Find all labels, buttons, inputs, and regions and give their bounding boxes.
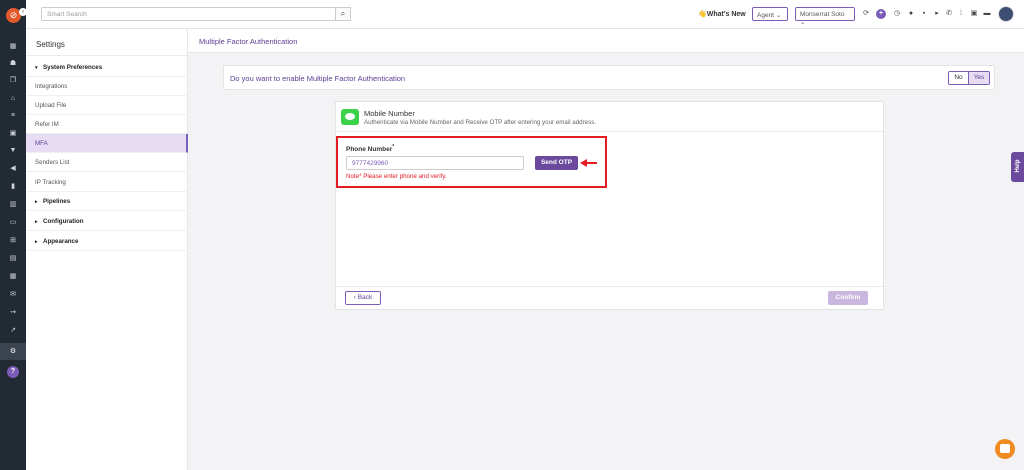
chevron-right-icon: ▸ <box>35 199 38 205</box>
dialpad-icon[interactable]: ⁞ <box>956 9 966 19</box>
annotation-arrow-icon <box>580 159 597 167</box>
yes-button[interactable]: Yes <box>969 72 989 84</box>
bank-icon[interactable]: ⌂ <box>7 93 19 105</box>
sidebar-item-label: Senders List <box>35 159 70 166</box>
back-button[interactable]: ‹ Back <box>345 291 381 305</box>
panel-title: Mobile Number <box>364 109 415 118</box>
page-title: Multiple Factor Authentication <box>199 37 298 46</box>
megaphone-icon[interactable]: ◀ <box>7 163 19 175</box>
user-select-value: Monserrat Soto <box>800 11 845 18</box>
sidebar-item-senders-list[interactable]: Senders List <box>26 153 188 172</box>
top-bar: Smart Search ⌕ 👋What's New Agent ⌄ Monse… <box>26 0 1024 29</box>
sidebar-item-label: MFA <box>35 140 48 147</box>
chevron-right-icon: ▸ <box>35 239 38 245</box>
bar-chart-icon[interactable]: ▥ <box>7 199 19 211</box>
sidebar-item-system-preferences[interactable]: ▾ System Preferences <box>26 58 188 77</box>
sidebar-item-mfa[interactable]: MFA <box>26 134 188 153</box>
sidebar-item-upload-file[interactable]: Upload File <box>26 96 188 115</box>
sidebar-item-pipelines[interactable]: ▸ Pipelines <box>26 192 188 211</box>
mfa-question: Do you want to enable Multiple Factor Au… <box>230 74 406 83</box>
back-label: Back <box>357 294 373 301</box>
sidebar-item-ip-tracking[interactable]: IP Tracking <box>26 173 188 192</box>
smart-search-input[interactable]: Smart Search <box>41 7 336 21</box>
sidebar-item-appearance[interactable]: ▸ Appearance <box>26 232 188 251</box>
sidebar-item-label: Appearance <box>43 238 79 245</box>
sidebar-title: Settings <box>36 40 65 49</box>
whats-new-link[interactable]: 👋What's New <box>698 10 746 18</box>
settings-sidebar: Settings ▾ System Preferences Integration… <box>26 29 188 470</box>
chevron-right-icon: ▸ <box>35 219 38 225</box>
documents-icon[interactable]: ❐ <box>7 75 19 87</box>
sidebar-item-configuration[interactable]: ▸ Configuration <box>26 212 188 231</box>
chevron-down-icon: ⌄ <box>800 19 806 26</box>
settings-gear-icon[interactable]: ⚙ <box>0 343 26 360</box>
agent-select[interactable]: Agent ⌄ <box>752 7 788 21</box>
divider <box>336 286 883 287</box>
pipeline-icon[interactable]: ⇝ <box>7 307 19 319</box>
required-mark: * <box>392 144 395 150</box>
help-tab-label: Help <box>1015 159 1021 173</box>
analytics-icon[interactable]: ↗ <box>7 325 19 337</box>
clock-icon[interactable]: ◷ <box>892 9 902 19</box>
sidebar-item-integrations[interactable]: Integrations <box>26 77 188 96</box>
send-otp-button[interactable]: Send OTP <box>535 156 578 170</box>
divider <box>336 131 883 132</box>
phone-icon[interactable]: ✆ <box>944 9 954 19</box>
agent-select-value: Agent <box>757 12 774 19</box>
calendar-icon[interactable]: ▦ <box>7 271 19 283</box>
chat-icon[interactable]: ▪ <box>919 9 929 19</box>
icon-rail: ⊘ ‹ ▦ ☗ ❐ ⌂ ≡ ▣ ▼ ◀ ▮ ▥ ▭ ⊞ ▤ ▦ ✉ ⇝ ↗ ⚙ … <box>0 0 27 470</box>
phone-number-label-text: Phone Number <box>346 146 393 154</box>
trash-icon[interactable]: ▬ <box>982 9 992 19</box>
storefront-icon[interactable]: ⊞ <box>7 235 19 247</box>
help-tab[interactable]: Help <box>1011 152 1024 182</box>
help-icon[interactable]: ? <box>7 366 19 378</box>
phone-note: Note* Please enter phone and verify. <box>346 173 447 180</box>
mobile-number-panel: Mobile Number Authenticate via Mobile Nu… <box>335 101 884 310</box>
avatar[interactable] <box>998 6 1014 22</box>
mfa-toggle-card: Do you want to enable Multiple Factor Au… <box>223 65 995 90</box>
panel-description: Authenticate via Mobile Number and Recei… <box>364 119 597 126</box>
refresh-icon[interactable]: ⟳ <box>861 9 871 19</box>
chevron-left-icon: ‹ <box>353 294 356 301</box>
user-select[interactable]: Monserrat Soto ⌄ <box>795 7 855 26</box>
chevron-down-icon: ⌄ <box>775 12 782 19</box>
contacts-icon[interactable]: ☗ <box>7 58 19 70</box>
mfa-yes-no-toggle: No Yes <box>948 71 990 85</box>
sidebar-item-label: IP Tracking <box>35 179 66 186</box>
chip-icon[interactable]: ▣ <box>969 9 979 19</box>
divider <box>26 55 188 56</box>
mail-icon[interactable]: ✉ <box>7 289 19 301</box>
sidebar-item-label: Refer IM <box>35 121 59 128</box>
no-button[interactable]: No <box>949 72 969 84</box>
bell-icon[interactable]: ● <box>906 9 916 19</box>
search-icon[interactable]: ⌕ <box>335 7 351 21</box>
phone-number-input[interactable]: 9777429960 <box>346 156 524 170</box>
sidebar-item-label: Upload File <box>35 102 67 109</box>
sidebar-item-refer-im[interactable]: Refer IM <box>26 115 188 134</box>
list-icon[interactable]: ≡ <box>7 110 19 122</box>
sidebar-item-label: Configuration <box>43 218 84 225</box>
chevron-down-icon: ▾ <box>35 65 38 71</box>
folder-icon[interactable]: ▭ <box>7 217 19 229</box>
dashboard-icon[interactable]: ▦ <box>7 41 19 53</box>
message-icon <box>341 109 359 125</box>
video-icon[interactable]: ▸ <box>932 9 942 19</box>
phone-number-label: Phone Number* <box>346 144 394 153</box>
add-icon[interactable]: + <box>876 9 886 19</box>
confirm-button[interactable]: Confirm <box>828 291 868 305</box>
chat-widget-icon[interactable] <box>995 439 1015 459</box>
id-card-icon[interactable]: ▣ <box>7 128 19 140</box>
clipboard-icon[interactable]: ▤ <box>7 253 19 265</box>
sidebar-item-label: Pipelines <box>43 198 71 205</box>
sidebar-item-label: Integrations <box>35 83 68 90</box>
file-icon[interactable]: ▮ <box>7 181 19 193</box>
page-header: Multiple Factor Authentication <box>188 29 1024 53</box>
filter-icon[interactable]: ▼ <box>7 145 19 157</box>
sidebar-item-label: System Preferences <box>43 64 103 71</box>
